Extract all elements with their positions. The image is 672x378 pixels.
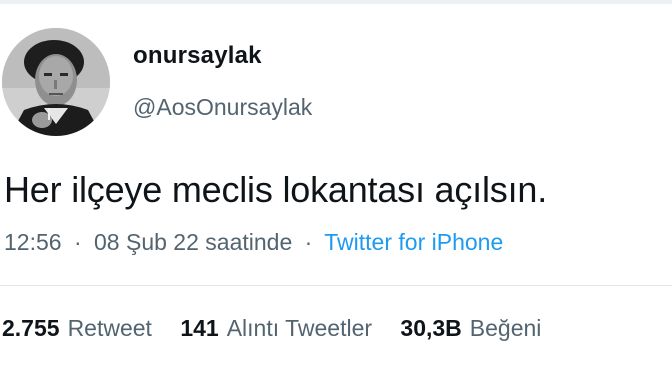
like-label: Beğeni <box>469 315 542 341</box>
stats-divider <box>0 285 672 286</box>
retweet-count: 2.755 <box>2 315 60 341</box>
tweet-source-link[interactable]: Twitter for iPhone <box>324 229 503 255</box>
retweet-stat[interactable]: 2.755 Retweet <box>2 315 152 341</box>
tweet-time[interactable]: 12:56 <box>4 229 62 255</box>
profile-photo-icon <box>2 28 110 136</box>
tweet-card: onursaylak @AosOnursaylak Her ilçeye mec… <box>0 0 672 378</box>
quote-label: Alıntı Tweetler <box>226 315 373 341</box>
display-name[interactable]: onursaylak <box>133 42 262 70</box>
tweet-meta: 12:56 · 08 Şub 22 saatinde · Twitter for… <box>4 229 503 256</box>
tweet-date[interactable]: 08 Şub 22 saatinde <box>94 229 292 255</box>
like-count: 30,3B <box>400 315 462 341</box>
top-divider <box>0 0 672 4</box>
quote-stat[interactable]: 141 Alıntı Tweetler <box>180 315 372 341</box>
like-stat[interactable]: 30,3B Beğeni <box>400 315 541 341</box>
tweet-stats: 2.755 Retweet 141 Alıntı Tweetler 30,3B Beğ… <box>2 315 563 342</box>
meta-separator: · <box>304 229 313 255</box>
avatar[interactable] <box>2 28 110 136</box>
user-handle[interactable]: @AosOnursaylak <box>133 94 312 121</box>
tweet-text: Her ilçeye meclis lokantası açılsın. <box>4 169 547 210</box>
quote-count: 141 <box>180 315 219 341</box>
meta-separator: · <box>73 229 82 255</box>
retweet-label: Retweet <box>67 315 152 341</box>
